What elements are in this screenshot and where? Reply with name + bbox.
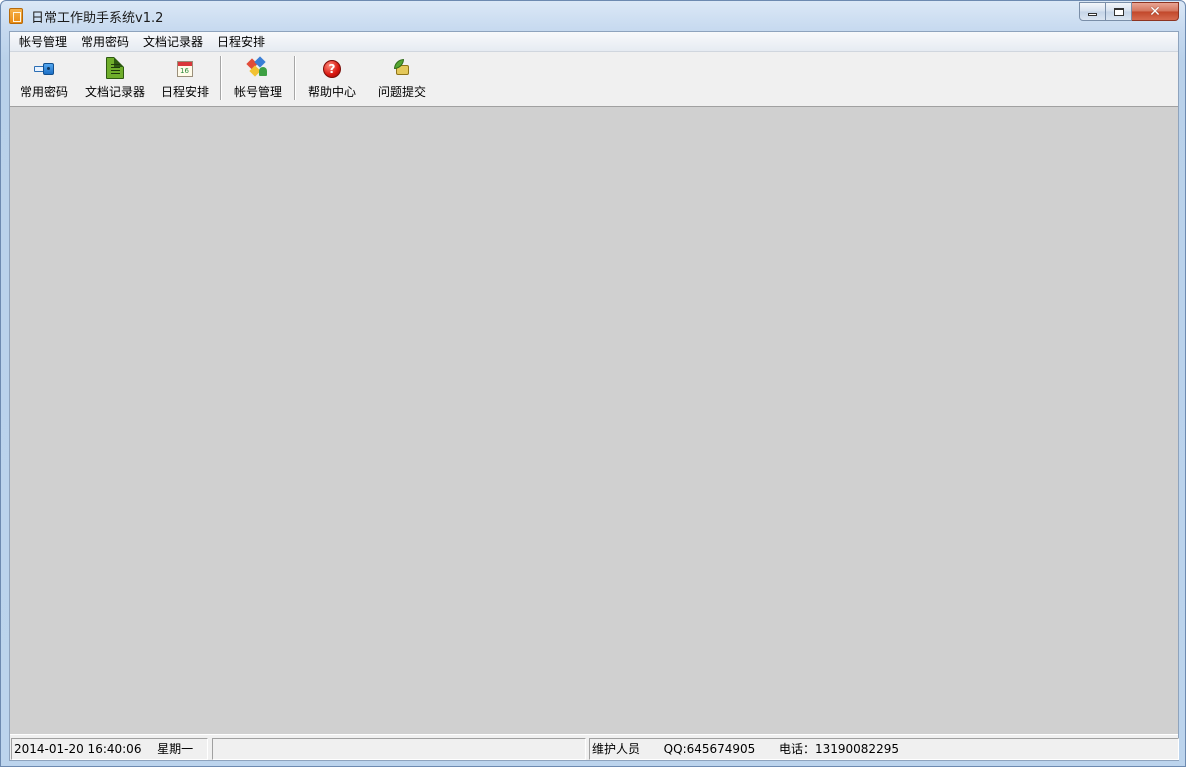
- maximize-icon: [1113, 7, 1124, 16]
- minimize-button[interactable]: [1079, 2, 1106, 21]
- minimize-icon: [1088, 13, 1097, 16]
- close-icon: ✕: [1149, 3, 1161, 20]
- toolbar-common-passwords-button[interactable]: 常用密码: [16, 55, 72, 103]
- status-maintainer-label: 维护人员: [592, 742, 641, 756]
- mdi-workspace[interactable]: [10, 107, 1178, 734]
- toolbar-button-label: 问题提交: [377, 85, 426, 99]
- users-icon: [246, 56, 268, 78]
- toolbar-submit-issue-button[interactable]: 问题提交: [374, 55, 430, 103]
- toolbar-separator: [220, 56, 222, 100]
- status-datetime: 2014-01-20 16:40:06: [14, 742, 142, 756]
- status-contact-panel: 维护人员 QQ:645674905 电话：13190082295: [589, 738, 1179, 760]
- app-window: 日常工作助手系统v1.2 ✕ 帐号管理 常用密码 文档记录器 日程安排 常用密码…: [0, 0, 1186, 767]
- status-bar: 2014-01-20 16:40:06 星期一 维护人员 QQ:64567490…: [10, 734, 1179, 760]
- title-bar[interactable]: 日常工作助手系统v1.2 ✕: [1, 1, 1185, 31]
- toolbar-button-label: 帐号管理: [233, 85, 282, 99]
- toolbar-help-center-button[interactable]: ? 帮助中心: [304, 55, 360, 103]
- close-button[interactable]: ✕: [1132, 2, 1179, 21]
- status-middle-panel: [212, 738, 586, 760]
- status-phone: 电话：13190082295: [778, 742, 899, 756]
- help-icon: ?: [323, 60, 341, 78]
- menu-common-passwords[interactable]: 常用密码: [74, 32, 136, 52]
- toolbar-button-label: 文档记录器: [84, 85, 145, 99]
- toolbar-separator: [294, 56, 296, 100]
- key-icon: [34, 63, 54, 75]
- menu-bar: 帐号管理 常用密码 文档记录器 日程安排: [10, 32, 1178, 52]
- status-weekday: 星期一: [157, 742, 194, 756]
- window-title: 日常工作助手系统v1.2: [31, 11, 164, 26]
- menu-account-management[interactable]: 帐号管理: [12, 32, 74, 52]
- caption-buttons: ✕: [1079, 2, 1179, 21]
- toolbar-button-label: 常用密码: [19, 85, 68, 99]
- client-area: 帐号管理 常用密码 文档记录器 日程安排 常用密码 文档记录器 16 日程安排 …: [9, 31, 1179, 761]
- toolbar-schedule-button[interactable]: 16 日程安排: [157, 55, 213, 103]
- menu-schedule[interactable]: 日程安排: [210, 32, 272, 52]
- document-icon: [106, 57, 124, 79]
- calendar-icon: 16: [177, 61, 193, 77]
- maximize-button[interactable]: [1106, 2, 1132, 21]
- status-datetime-panel: 2014-01-20 16:40:06 星期一: [11, 738, 208, 760]
- app-icon[interactable]: [9, 8, 23, 24]
- toolbar-button-label: 帮助中心: [307, 85, 356, 99]
- toolbar: 常用密码 文档记录器 16 日程安排 帐号管理 ? 帮助中心 问题提交: [10, 52, 1178, 107]
- status-qq: QQ:645674905: [663, 742, 756, 756]
- menu-document-recorder[interactable]: 文档记录器: [136, 32, 210, 52]
- toolbar-document-recorder-button[interactable]: 文档记录器: [80, 55, 150, 103]
- toolbar-button-label: 日程安排: [160, 85, 209, 99]
- submit-icon: [393, 59, 411, 77]
- toolbar-account-management-button[interactable]: 帐号管理: [230, 55, 286, 103]
